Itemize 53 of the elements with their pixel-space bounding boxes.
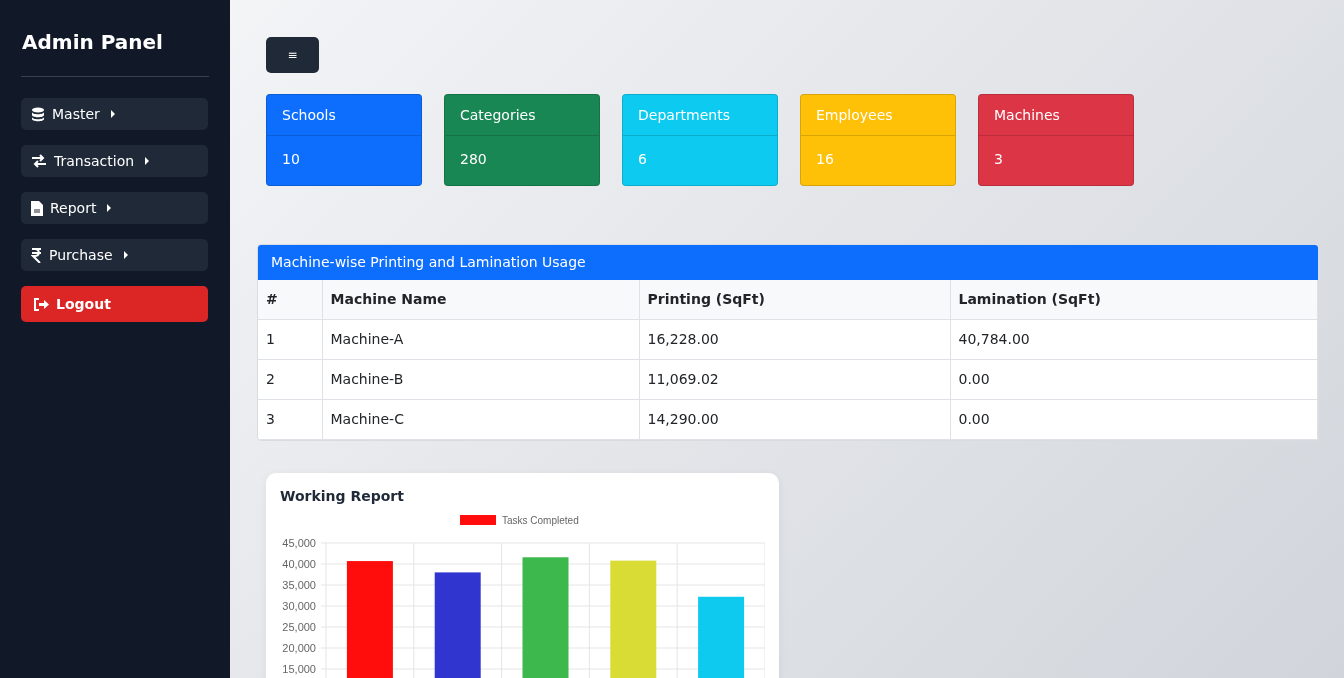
table-cell: 1 xyxy=(258,319,322,360)
logout-button[interactable]: Logout xyxy=(21,286,208,322)
legend-swatch-icon xyxy=(460,514,496,525)
stat-label: Employees xyxy=(801,95,955,136)
table-cell: 14,290.00 xyxy=(639,399,950,440)
swap-arrows-icon xyxy=(31,154,47,168)
table-cell: 2 xyxy=(258,359,322,400)
table-cell: 40,784.00 xyxy=(950,319,1318,360)
chart-title: Working Report xyxy=(280,488,405,505)
legend-label: Tasks Completed xyxy=(502,514,579,526)
y-axis-label: 45,000 xyxy=(282,536,316,549)
logout-icon xyxy=(34,297,49,311)
stat-label: Schools xyxy=(267,95,421,136)
caret-icon xyxy=(145,157,150,165)
table-cell: 11,069.02 xyxy=(639,359,950,400)
caret-icon xyxy=(123,251,128,259)
stat-value: 10 xyxy=(281,150,301,169)
stat-label: Categories xyxy=(445,95,599,136)
rupee-icon xyxy=(31,247,42,263)
stat-value: 280 xyxy=(459,150,488,169)
sidebar-menu-item[interactable]: Purchase xyxy=(21,239,208,271)
table-cell: Machine-A xyxy=(322,319,639,360)
table-cell: Machine-C xyxy=(322,399,639,440)
y-axis-label: 35,000 xyxy=(282,578,316,591)
stat-value: 16 xyxy=(815,150,835,169)
caret-icon xyxy=(110,110,115,118)
sidebar-title: Admin Panel xyxy=(22,30,164,54)
stat-value: 6 xyxy=(637,150,648,169)
stat-label: Departments xyxy=(623,95,777,136)
document-icon xyxy=(31,200,43,216)
column-header: Machine Name xyxy=(322,280,639,320)
table-cell: Machine-B xyxy=(322,359,639,400)
stat-value: 3 xyxy=(993,150,1004,169)
table-cell: 3 xyxy=(258,399,322,440)
table-title: Machine-wise Printing and Lamination Usage xyxy=(258,245,1318,280)
y-axis-label: 15,000 xyxy=(282,662,316,675)
y-axis-label: 30,000 xyxy=(282,599,316,612)
y-axis-label: 25,000 xyxy=(282,620,316,633)
y-axis-label: 40,000 xyxy=(282,557,316,570)
menu-toggle-button[interactable]: ≡ xyxy=(266,37,319,73)
column-header: # xyxy=(258,280,322,320)
table-cell: 0.00 xyxy=(950,399,1318,440)
sidebar-menu-item[interactable]: Transaction xyxy=(21,145,208,177)
column-header: Printing (SqFt) xyxy=(639,280,950,320)
database-icon xyxy=(31,106,45,122)
sidebar-menu-item[interactable]: Master xyxy=(21,98,208,130)
table-cell: 16,228.00 xyxy=(639,319,950,360)
sidebar-menu-item[interactable]: Report xyxy=(21,192,208,224)
caret-icon xyxy=(107,204,112,212)
stat-label: Machines xyxy=(979,95,1133,136)
table-cell: 0.00 xyxy=(950,359,1318,400)
column-header: Lamination (SqFt) xyxy=(950,280,1318,320)
y-axis-label: 20,000 xyxy=(282,641,316,654)
